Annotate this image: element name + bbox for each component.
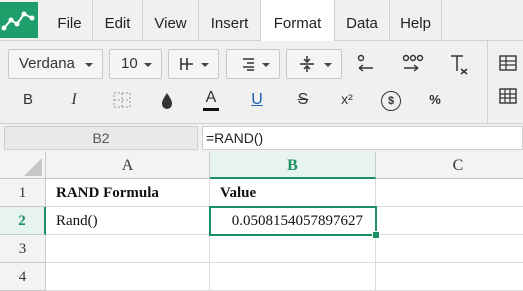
- cell-b1[interactable]: Value: [210, 179, 376, 207]
- cell-c1[interactable]: [376, 179, 523, 207]
- menu-data[interactable]: Data: [335, 0, 390, 40]
- align-right-icon: [243, 58, 254, 71]
- font-size-value: 10: [121, 55, 138, 72]
- cell-a1[interactable]: RAND Formula: [46, 179, 210, 207]
- borders-button[interactable]: [168, 49, 219, 79]
- toolbar: Verdana 10 B I A U S x² $ %: [0, 41, 523, 123]
- cell-a3[interactable]: [46, 235, 210, 263]
- select-all-corner[interactable]: [0, 152, 46, 179]
- table-icon[interactable]: [499, 54, 517, 72]
- row-header-1[interactable]: 1: [0, 179, 46, 207]
- clear-format-icon[interactable]: [447, 53, 469, 75]
- formula-input[interactable]: =RAND(): [202, 126, 523, 150]
- text-color-swatch: [203, 108, 219, 111]
- chevron-down-icon: [201, 63, 209, 67]
- align-button[interactable]: [226, 49, 280, 79]
- decrease-decimals-icon[interactable]: [355, 53, 377, 73]
- fill-handle[interactable]: [372, 231, 380, 239]
- chevron-down-icon: [324, 63, 332, 67]
- cell-a2[interactable]: Rand(): [46, 207, 210, 235]
- cell-c3[interactable]: [376, 235, 523, 263]
- column-header-b[interactable]: B: [210, 152, 376, 179]
- strikethrough-button[interactable]: S: [293, 91, 313, 109]
- menu-edit[interactable]: Edit: [93, 0, 143, 40]
- formula-bar: B2 =RAND(): [0, 123, 523, 153]
- text-color-button[interactable]: A: [201, 90, 221, 112]
- chevron-down-icon: [85, 63, 93, 67]
- grid-lines-icon[interactable]: [499, 87, 517, 105]
- cell-b3[interactable]: [210, 235, 376, 263]
- bold-button[interactable]: B: [18, 91, 38, 108]
- menu-file[interactable]: File: [47, 0, 93, 40]
- percent-format-button[interactable]: %: [425, 92, 445, 107]
- chevron-down-icon: [262, 63, 270, 67]
- currency-format-button[interactable]: $: [381, 91, 401, 111]
- borders-icon: [180, 58, 193, 70]
- app-logo-icon: [0, 2, 38, 38]
- superscript-button[interactable]: x²: [336, 91, 358, 107]
- column-header-a[interactable]: A: [46, 152, 210, 179]
- name-box[interactable]: B2: [4, 126, 198, 150]
- merge-cells-icon[interactable]: [112, 91, 132, 109]
- fill-color-icon[interactable]: [158, 91, 176, 111]
- font-size-select[interactable]: 10: [109, 49, 162, 79]
- italic-button[interactable]: I: [64, 91, 84, 109]
- toolbar-divider: [487, 41, 488, 123]
- cell-a4[interactable]: [46, 263, 210, 291]
- menu-view[interactable]: View: [143, 0, 199, 40]
- cell-b2[interactable]: 0.0508154057897627: [210, 207, 376, 235]
- font-family-value: Verdana: [19, 55, 75, 72]
- cell-b4[interactable]: [210, 263, 376, 291]
- menu-insert[interactable]: Insert: [199, 0, 261, 40]
- row-header-3[interactable]: 3: [0, 235, 46, 263]
- cell-c4[interactable]: [376, 263, 523, 291]
- menu-format[interactable]: Format: [261, 0, 335, 41]
- increase-decimals-icon[interactable]: [400, 53, 424, 73]
- menu-help[interactable]: Help: [390, 0, 442, 40]
- text-color-label: A: [205, 89, 217, 106]
- underline-button[interactable]: U: [247, 91, 267, 109]
- menu-bar: File Edit View Insert Format Data Help: [0, 0, 523, 41]
- chevron-down-icon: [144, 63, 152, 67]
- spreadsheet-grid: A B C 1 2 3 4 RAND Formula Value Rand() …: [0, 152, 523, 291]
- cell-c2[interactable]: [376, 207, 523, 235]
- vertical-align-icon: [300, 56, 314, 72]
- column-header-c[interactable]: C: [376, 152, 523, 179]
- font-family-select[interactable]: Verdana: [8, 49, 103, 79]
- valign-button[interactable]: [286, 49, 342, 79]
- row-header-4[interactable]: 4: [0, 263, 46, 291]
- row-header-2[interactable]: 2: [0, 207, 46, 235]
